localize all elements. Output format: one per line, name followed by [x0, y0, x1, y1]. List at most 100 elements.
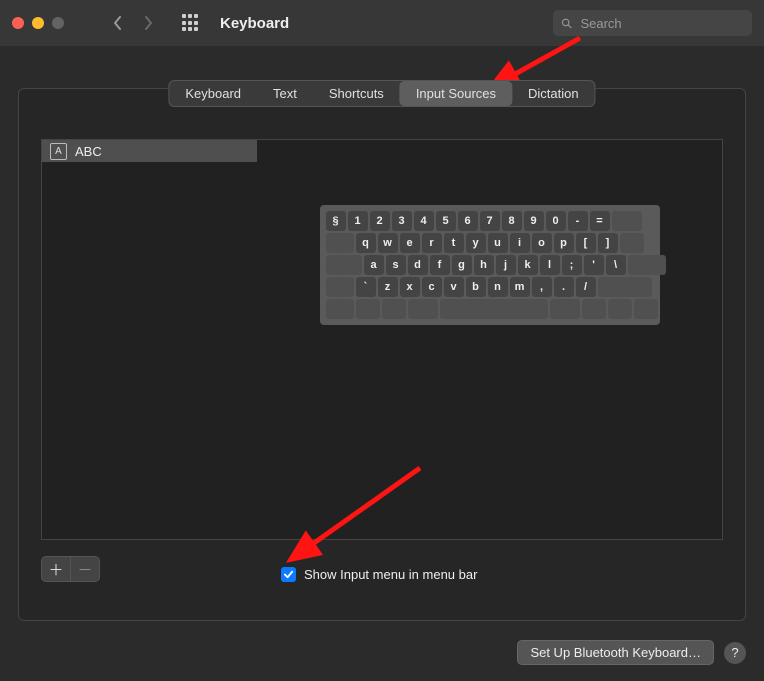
key: c — [422, 277, 442, 297]
search-icon — [561, 17, 572, 30]
add-remove-source-controls: ＋ － — [41, 556, 100, 582]
panel-inner: A ABC §1234567890-= qwertyuiop[] asdfghjkl;… — [41, 139, 723, 600]
minimize-window-button[interactable] — [32, 17, 44, 29]
key: n — [488, 277, 508, 297]
input-sources-list[interactable]: A ABC — [41, 139, 259, 540]
key: [ — [576, 233, 596, 253]
key: 9 — [524, 211, 544, 231]
show-input-menu-row: Show Input menu in menu bar — [281, 567, 477, 582]
tab-strip: KeyboardTextShortcutsInput SourcesDictat… — [168, 80, 595, 107]
key-modifier — [326, 299, 354, 319]
keyboard-preview-area: §1234567890-= qwertyuiop[] asdfghjkl;'\ `zx… — [257, 139, 723, 540]
key: e — [400, 233, 420, 253]
key: a — [364, 255, 384, 275]
key: . — [554, 277, 574, 297]
key-modifier — [550, 299, 580, 319]
key: q — [356, 233, 376, 253]
key: - — [568, 211, 588, 231]
key-modifier — [620, 233, 644, 253]
key: = — [590, 211, 610, 231]
key-modifier — [382, 299, 406, 319]
tab-input-sources[interactable]: Input Sources — [400, 81, 512, 106]
key-modifier — [628, 255, 666, 275]
tab-shortcuts[interactable]: Shortcuts — [313, 81, 400, 106]
close-window-button[interactable] — [12, 17, 24, 29]
checkmark-icon — [283, 569, 294, 580]
key: 7 — [480, 211, 500, 231]
chevron-left-icon — [113, 16, 123, 30]
input-source-item[interactable]: A ABC — [42, 140, 258, 162]
key: m — [510, 277, 530, 297]
key-modifier — [612, 211, 642, 231]
input-source-name: ABC — [75, 144, 102, 159]
key: ; — [562, 255, 582, 275]
tab-keyboard[interactable]: Keyboard — [169, 81, 257, 106]
key: z — [378, 277, 398, 297]
back-button[interactable] — [106, 11, 130, 35]
window-controls — [12, 17, 64, 29]
key: 2 — [370, 211, 390, 231]
key: s — [386, 255, 406, 275]
key-modifier — [608, 299, 632, 319]
key: k — [518, 255, 538, 275]
key: 8 — [502, 211, 522, 231]
key: w — [378, 233, 398, 253]
key-modifier — [408, 299, 438, 319]
key: p — [554, 233, 574, 253]
input-source-icon: A — [50, 143, 67, 160]
key: i — [510, 233, 530, 253]
key: , — [532, 277, 552, 297]
key: j — [496, 255, 516, 275]
key: 4 — [414, 211, 434, 231]
search-input[interactable] — [578, 15, 744, 32]
key: § — [326, 211, 346, 231]
key: t — [444, 233, 464, 253]
key: f — [430, 255, 450, 275]
key: y — [466, 233, 486, 253]
key: 6 — [458, 211, 478, 231]
key-modifier — [582, 299, 606, 319]
prefs-panel: A ABC §1234567890-= qwertyuiop[] asdfghjkl;… — [18, 88, 746, 621]
zoom-window-button[interactable] — [52, 17, 64, 29]
key: 0 — [546, 211, 566, 231]
key: ] — [598, 233, 618, 253]
key: o — [532, 233, 552, 253]
key-modifier — [326, 277, 354, 297]
help-button[interactable]: ? — [724, 642, 746, 664]
key-modifier — [634, 299, 658, 319]
key-modifier — [598, 277, 652, 297]
key: 5 — [436, 211, 456, 231]
forward-button[interactable] — [136, 11, 160, 35]
footer: Set Up Bluetooth Keyboard… ? — [517, 640, 746, 665]
remove-source-button[interactable]: － — [70, 557, 99, 581]
key: 1 — [348, 211, 368, 231]
key-modifier — [326, 255, 362, 275]
show-all-prefs-button[interactable] — [182, 14, 200, 32]
pane-title: Keyboard — [220, 15, 289, 32]
history-nav — [106, 11, 160, 35]
key: u — [488, 233, 508, 253]
key-modifier — [356, 299, 380, 319]
key: 3 — [392, 211, 412, 231]
key-modifier — [326, 233, 354, 253]
key: ' — [584, 255, 604, 275]
key: l — [540, 255, 560, 275]
key-modifier — [440, 299, 548, 319]
key: x — [400, 277, 420, 297]
key: h — [474, 255, 494, 275]
key: g — [452, 255, 472, 275]
system-preferences-window: Keyboard KeyboardTextShortcutsInput Sour… — [0, 0, 764, 681]
keyboard-layout-preview: §1234567890-= qwertyuiop[] asdfghjkl;'\ `zx… — [320, 205, 660, 325]
key: r — [422, 233, 442, 253]
setup-bluetooth-keyboard-button[interactable]: Set Up Bluetooth Keyboard… — [517, 640, 714, 665]
key: \ — [606, 255, 626, 275]
key: d — [408, 255, 428, 275]
chevron-right-icon — [143, 16, 153, 30]
key: b — [466, 277, 486, 297]
tab-dictation[interactable]: Dictation — [512, 81, 595, 106]
show-input-menu-checkbox[interactable] — [281, 567, 296, 582]
search-field[interactable] — [553, 10, 752, 36]
key: ` — [356, 277, 376, 297]
tab-text[interactable]: Text — [257, 81, 313, 106]
add-source-button[interactable]: ＋ — [42, 557, 70, 581]
